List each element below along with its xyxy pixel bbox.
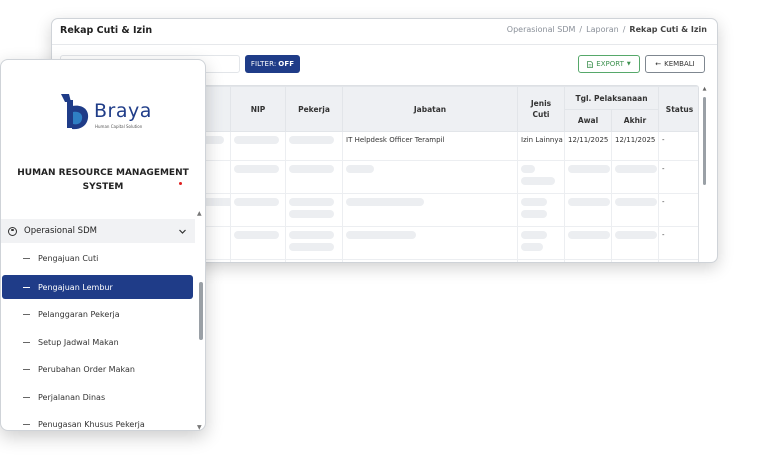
sidebar-item-label: Pengajuan Lembur bbox=[38, 282, 113, 292]
breadcrumb-item-current: Rekap Cuti & Izin bbox=[629, 25, 707, 34]
sidebar-item-label: Perubahan Order Makan bbox=[38, 364, 135, 374]
sidebar-item-pengajuan-lembur[interactable]: Pengajuan Lembur bbox=[2, 275, 193, 299]
cell-status: - bbox=[658, 226, 698, 260]
notification-dot bbox=[179, 182, 182, 185]
app-title-line1: HUMAN RESOURCE MANAGEMENT bbox=[17, 168, 189, 178]
filter-label: FILTER: bbox=[250, 60, 277, 68]
cell-status: - bbox=[658, 160, 698, 194]
header-nip[interactable]: NIP bbox=[230, 86, 286, 132]
sidebar: Braya Human Capital Solution HUMAN RESOU… bbox=[0, 59, 206, 431]
filter-value: OFF bbox=[278, 60, 295, 68]
sidebar-item-label: Penugasan Khusus Pekerja bbox=[38, 419, 145, 429]
sidebar-section-operasional-sdm[interactable]: Operasional SDM bbox=[1, 219, 195, 243]
table-scrollbar[interactable]: ▲ bbox=[702, 87, 707, 262]
cell-status: - bbox=[658, 131, 698, 161]
brand-logo: Braya Human Capital Solution bbox=[59, 92, 179, 134]
chevron-down-icon bbox=[179, 229, 186, 234]
sidebar-item-label: Pelanggaran Pekerja bbox=[38, 309, 120, 319]
cell-awal: 12/11/2025 bbox=[564, 131, 612, 161]
export-button[interactable]: EXPORT ▼ bbox=[578, 55, 640, 73]
sidebar-item-label: Pengajuan Cuti bbox=[38, 253, 99, 263]
header-jabatan[interactable]: Jabatan bbox=[342, 86, 518, 132]
header-awal[interactable]: Awal bbox=[564, 109, 612, 132]
header-akhir[interactable]: Akhir bbox=[610, 109, 660, 132]
window-header: Rekap Cuti & Izin Operasional SDM / Lapora… bbox=[52, 19, 717, 45]
back-button[interactable]: ← KEMBALI bbox=[645, 55, 705, 73]
sidebar-item-perubahan-order-makan[interactable]: Perubahan Order Makan bbox=[1, 357, 195, 381]
sidebar-item-setup-jadwal-makan[interactable]: Setup Jadwal Makan bbox=[1, 330, 195, 354]
breadcrumb-item-operasional[interactable]: Operasional SDM bbox=[507, 25, 576, 34]
sidebar-scroll-thumb[interactable] bbox=[199, 282, 203, 340]
breadcrumb-item-laporan[interactable]: Laporan bbox=[586, 25, 619, 34]
app-title-line2: SYSTEM bbox=[82, 182, 124, 192]
app-title: HUMAN RESOURCE MANAGEMENT SYSTEM bbox=[1, 166, 205, 194]
scroll-up-icon[interactable]: ▲ bbox=[702, 87, 707, 92]
caret-down-icon: ▼ bbox=[626, 61, 631, 67]
sidebar-scroll-down-icon[interactable]: ▼ bbox=[197, 424, 202, 430]
filter-button[interactable]: FILTER: OFF bbox=[245, 55, 300, 73]
scroll-thumb[interactable] bbox=[703, 97, 706, 185]
export-label: EXPORT bbox=[596, 60, 624, 68]
cell-status: - bbox=[658, 193, 698, 227]
header-pekerja[interactable]: Pekerja bbox=[285, 86, 343, 132]
cell-jabatan: IT Helpdesk Officer Terampil bbox=[342, 131, 518, 161]
breadcrumb: Operasional SDM / Laporan / Rekap Cuti & Izi… bbox=[506, 25, 707, 34]
sidebar-item-pengajuan-cuti[interactable]: Pengajuan Cuti bbox=[1, 246, 195, 270]
sidebar-item-penugasan-khusus-pekerja[interactable]: Penugasan Khusus Pekerja bbox=[1, 412, 195, 430]
file-icon bbox=[587, 60, 594, 68]
cell-status: - bbox=[658, 259, 698, 262]
header-jenis-cuti[interactable]: Jenis Cuti bbox=[517, 86, 565, 132]
brand-name: Braya bbox=[94, 100, 152, 122]
header-status[interactable]: Status bbox=[658, 86, 698, 132]
sidebar-item-label: Perjalanan Dinas bbox=[38, 392, 106, 402]
page-title: Rekap Cuti & Izin bbox=[60, 25, 153, 36]
cell-akhir: 12/11/2025 bbox=[610, 131, 660, 161]
cell-jenis: Izin Lainnya bbox=[517, 131, 565, 161]
header-tgl-pelaksanaan: Tgl. Pelaksanaan bbox=[563, 86, 660, 110]
braya-logo-icon bbox=[61, 94, 89, 130]
sidebar-item-pelanggaran-pekerja[interactable]: Pelanggaran Pekerja bbox=[1, 302, 195, 326]
back-label: KEMBALI bbox=[664, 60, 695, 68]
sidebar-item-label: Setup Jadwal Makan bbox=[38, 337, 119, 347]
sidebar-scroll-up-icon[interactable]: ▲ bbox=[197, 210, 202, 217]
arrow-left-icon: ← bbox=[655, 60, 662, 68]
sidebar-item-perjalanan-dinas[interactable]: Perjalanan Dinas bbox=[1, 385, 195, 409]
section-label: Operasional SDM bbox=[24, 226, 97, 236]
brand-subtitle: Human Capital Solution bbox=[95, 124, 143, 129]
user-circle-icon bbox=[8, 226, 17, 236]
